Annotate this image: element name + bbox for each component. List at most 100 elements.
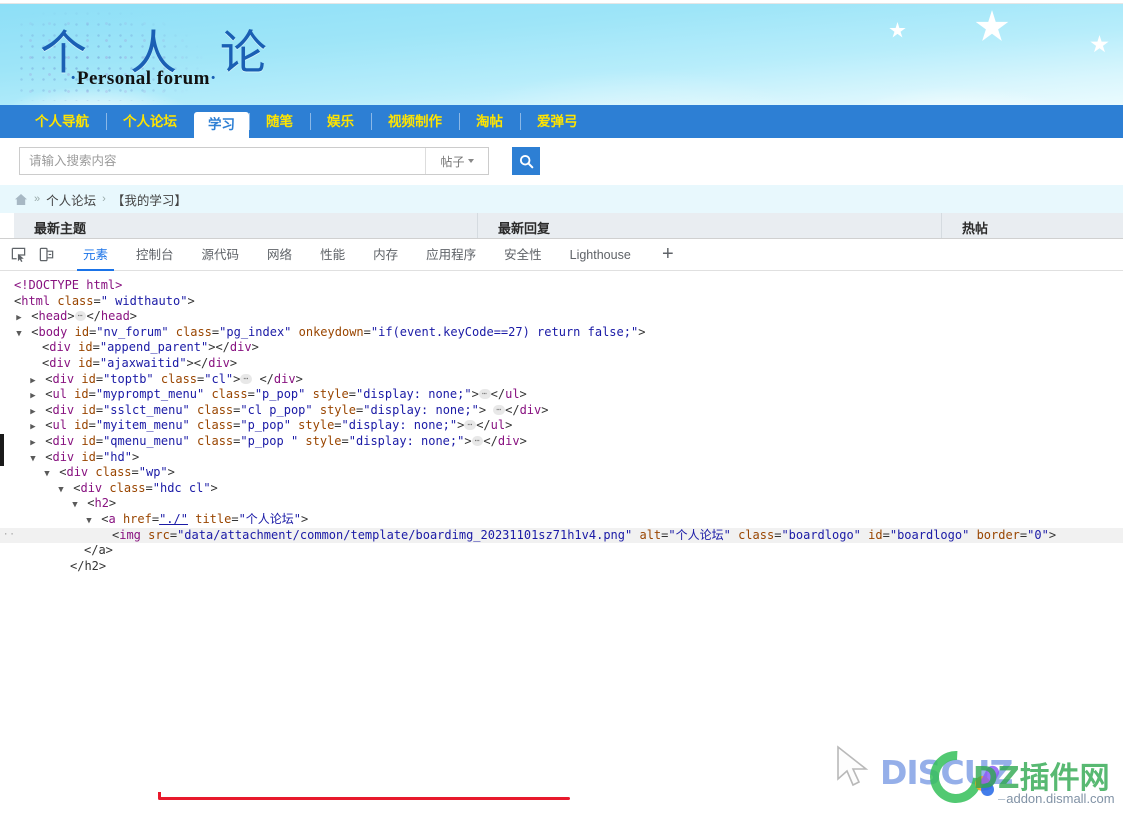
tag-div: div <box>52 450 74 464</box>
collapsed-children-icon[interactable]: ⋯ <box>464 420 476 430</box>
nav-item-6[interactable]: 淘帖 <box>459 105 520 138</box>
chevron-down-icon <box>468 159 474 163</box>
star-decoration-icon <box>1090 35 1109 54</box>
devtools-panel: 元素 控制台 源代码 网络 性能 内存 应用程序 安全性 Lighthouse … <box>0 238 1123 583</box>
devtools-tab-network[interactable]: 网络 <box>253 239 306 271</box>
val-style: "display: none;" <box>363 403 479 417</box>
attr-style: style <box>320 403 356 417</box>
search-button[interactable] <box>512 147 540 175</box>
attr-class: class <box>211 387 247 401</box>
val-id: "append_parent" <box>100 340 208 354</box>
devtools-tab-security[interactable]: 安全性 <box>490 239 556 271</box>
devtools-tab-console[interactable]: 控制台 <box>122 239 188 271</box>
dom-line-qmenu-menu[interactable]: <div id="qmenu_menu" class="p_pop " styl… <box>0 434 1123 450</box>
val-style: "display: none;" <box>349 434 465 448</box>
dom-line-hd[interactable]: <div id="hd"> <box>0 450 1123 466</box>
collapsed-children-icon[interactable]: ⋯ <box>472 436 484 446</box>
inspect-element-icon[interactable] <box>4 242 32 268</box>
dom-line-wp[interactable]: <div class="wp"> <box>0 465 1123 481</box>
dom-tree-view[interactable]: <!DOCTYPE html> <html class=" widthauto"… <box>0 271 1123 584</box>
nav-item-0[interactable]: 个人导航 <box>18 105 106 138</box>
tag-html: html <box>21 294 50 308</box>
nav-item-1[interactable]: 个人论坛 <box>106 105 194 138</box>
attr-id: id <box>81 403 95 417</box>
watermark-dot-orange-icon <box>975 776 990 791</box>
dom-line-doctype[interactable]: <!DOCTYPE html> <box>0 278 1123 294</box>
dom-line-anchor-close[interactable]: </a> <box>0 543 1123 559</box>
collapsed-children-icon[interactable]: ⋯ <box>493 405 505 415</box>
search-input[interactable] <box>20 148 425 174</box>
devtools-tab-performance[interactable]: 性能 <box>306 239 359 271</box>
logo-dot-left: · <box>70 68 77 89</box>
close-tag-a: </a> <box>84 543 113 557</box>
dom-line-sslct-menu[interactable]: <div id="sslct_menu" class="cl p_pop" st… <box>0 403 1123 419</box>
dom-line-myprompt-menu[interactable]: <ul id="myprompt_menu" class="p_pop" sty… <box>0 387 1123 403</box>
watermark-dot-purple-icon <box>978 763 1002 792</box>
devtools-tab-elements[interactable]: 元素 <box>69 239 122 271</box>
attr-class: class <box>57 294 93 308</box>
dom-line-toptb[interactable]: <div id="toptb" class="cl">⋯ </div> <box>0 372 1123 388</box>
attr-id: id <box>81 434 95 448</box>
home-icon[interactable] <box>14 193 28 206</box>
devtools-toolbar: 元素 控制台 源代码 网络 性能 内存 应用程序 安全性 Lighthouse … <box>0 239 1123 271</box>
val-src[interactable]: "data/attachment/common/template/boardim… <box>177 528 632 542</box>
dom-line-img-selected[interactable]: ··<img src="data/attachment/common/templ… <box>0 528 1123 544</box>
nav-item-7[interactable]: 爱弹弓 <box>520 105 595 138</box>
tag-div: div <box>49 356 71 370</box>
val-id: "hd" <box>103 450 132 464</box>
line-overflow-badge: ·· <box>3 528 16 544</box>
devtools-tab-memory[interactable]: 内存 <box>359 239 412 271</box>
dom-line-hdc[interactable]: <div class="hdc cl"> <box>0 481 1123 497</box>
nav-item-4[interactable]: 娱乐 <box>310 105 371 138</box>
val-border: "0" <box>1027 528 1049 542</box>
tag-head: head <box>38 309 67 323</box>
watermark-brand-dz: DZ插件网 <box>973 753 1110 797</box>
dom-line-append-parent[interactable]: <div id="append_parent"></div> <box>0 340 1123 356</box>
breadcrumb-item-0[interactable]: 个人论坛 <box>46 190 96 209</box>
collapsed-children-icon[interactable]: ⋯ <box>75 311 87 321</box>
breadcrumb-item-1[interactable]: 【我的学习】 <box>112 190 187 209</box>
val-class: "p_pop " <box>240 434 298 448</box>
site-logo[interactable]: 个 人 论 坛 ·Personal forum· <box>16 8 298 101</box>
dom-line-html[interactable]: <html class=" widthauto"> <box>0 294 1123 310</box>
collapsed-children-icon[interactable]: ⋯ <box>240 374 252 384</box>
devtools-tab-application[interactable]: 应用程序 <box>412 239 490 271</box>
attr-style: style <box>298 418 334 432</box>
devtools-tab-sources[interactable]: 源代码 <box>188 239 254 271</box>
dom-line-myitem-menu[interactable]: <ul id="myitem_menu" class="p_pop" style… <box>0 418 1123 434</box>
breadcrumb-separator-1: › <box>102 193 106 205</box>
attr-class: class <box>738 528 774 542</box>
nav-item-2-active[interactable]: 学习 <box>194 112 249 138</box>
dom-line-anchor[interactable]: <a href="./" title="个人论坛"> <box>0 512 1123 528</box>
dom-line-h2-close[interactable]: </h2> <box>0 559 1123 575</box>
val-href[interactable]: "./" <box>159 512 188 526</box>
search-scope-dropdown[interactable]: 帖子 <box>425 148 488 174</box>
logo-english-label: Personal forum <box>77 68 210 89</box>
attr-class: class <box>109 481 145 495</box>
val-class: "boardlogo" <box>781 528 860 542</box>
attr-id: id <box>81 450 95 464</box>
add-tab-button[interactable]: + <box>655 242 681 268</box>
dom-line-h2[interactable]: <h2> <box>0 496 1123 512</box>
red-annotation-underline <box>158 797 570 800</box>
attr-href: href <box>123 512 152 526</box>
dom-line-ajaxwaitid[interactable]: <div id="ajaxwaitid"></div> <box>0 356 1123 372</box>
attr-id: id <box>868 528 882 542</box>
site-watermark: DISCUZ DZ插件网 addon.dismall.com <box>880 747 1123 809</box>
attr-id: id <box>75 325 89 339</box>
close-tag-h2: </h2> <box>70 559 106 573</box>
main-navigation: 个人导航 个人论坛 学习 随笔 娱乐 视频制作 淘帖 爱弹弓 <box>0 105 1123 138</box>
tag-body: body <box>38 325 67 339</box>
collapsed-children-icon[interactable]: ⋯ <box>479 389 491 399</box>
nav-item-3[interactable]: 随笔 <box>249 105 310 138</box>
device-toolbar-icon[interactable] <box>32 242 60 268</box>
devtools-tab-lighthouse[interactable]: Lighthouse <box>556 239 645 271</box>
attr-id: id <box>78 356 92 370</box>
dom-line-body[interactable]: <body id="nv_forum" class="pg_index" onk… <box>0 325 1123 341</box>
nav-item-5[interactable]: 视频制作 <box>371 105 459 138</box>
val-class: "hdc cl" <box>153 481 211 495</box>
tag-div: div <box>80 481 102 495</box>
dom-line-head[interactable]: <head>⋯</head> <box>0 309 1123 325</box>
column-header-latest-replies: 最新回复 <box>478 213 942 238</box>
mouse-cursor-icon <box>836 745 876 793</box>
